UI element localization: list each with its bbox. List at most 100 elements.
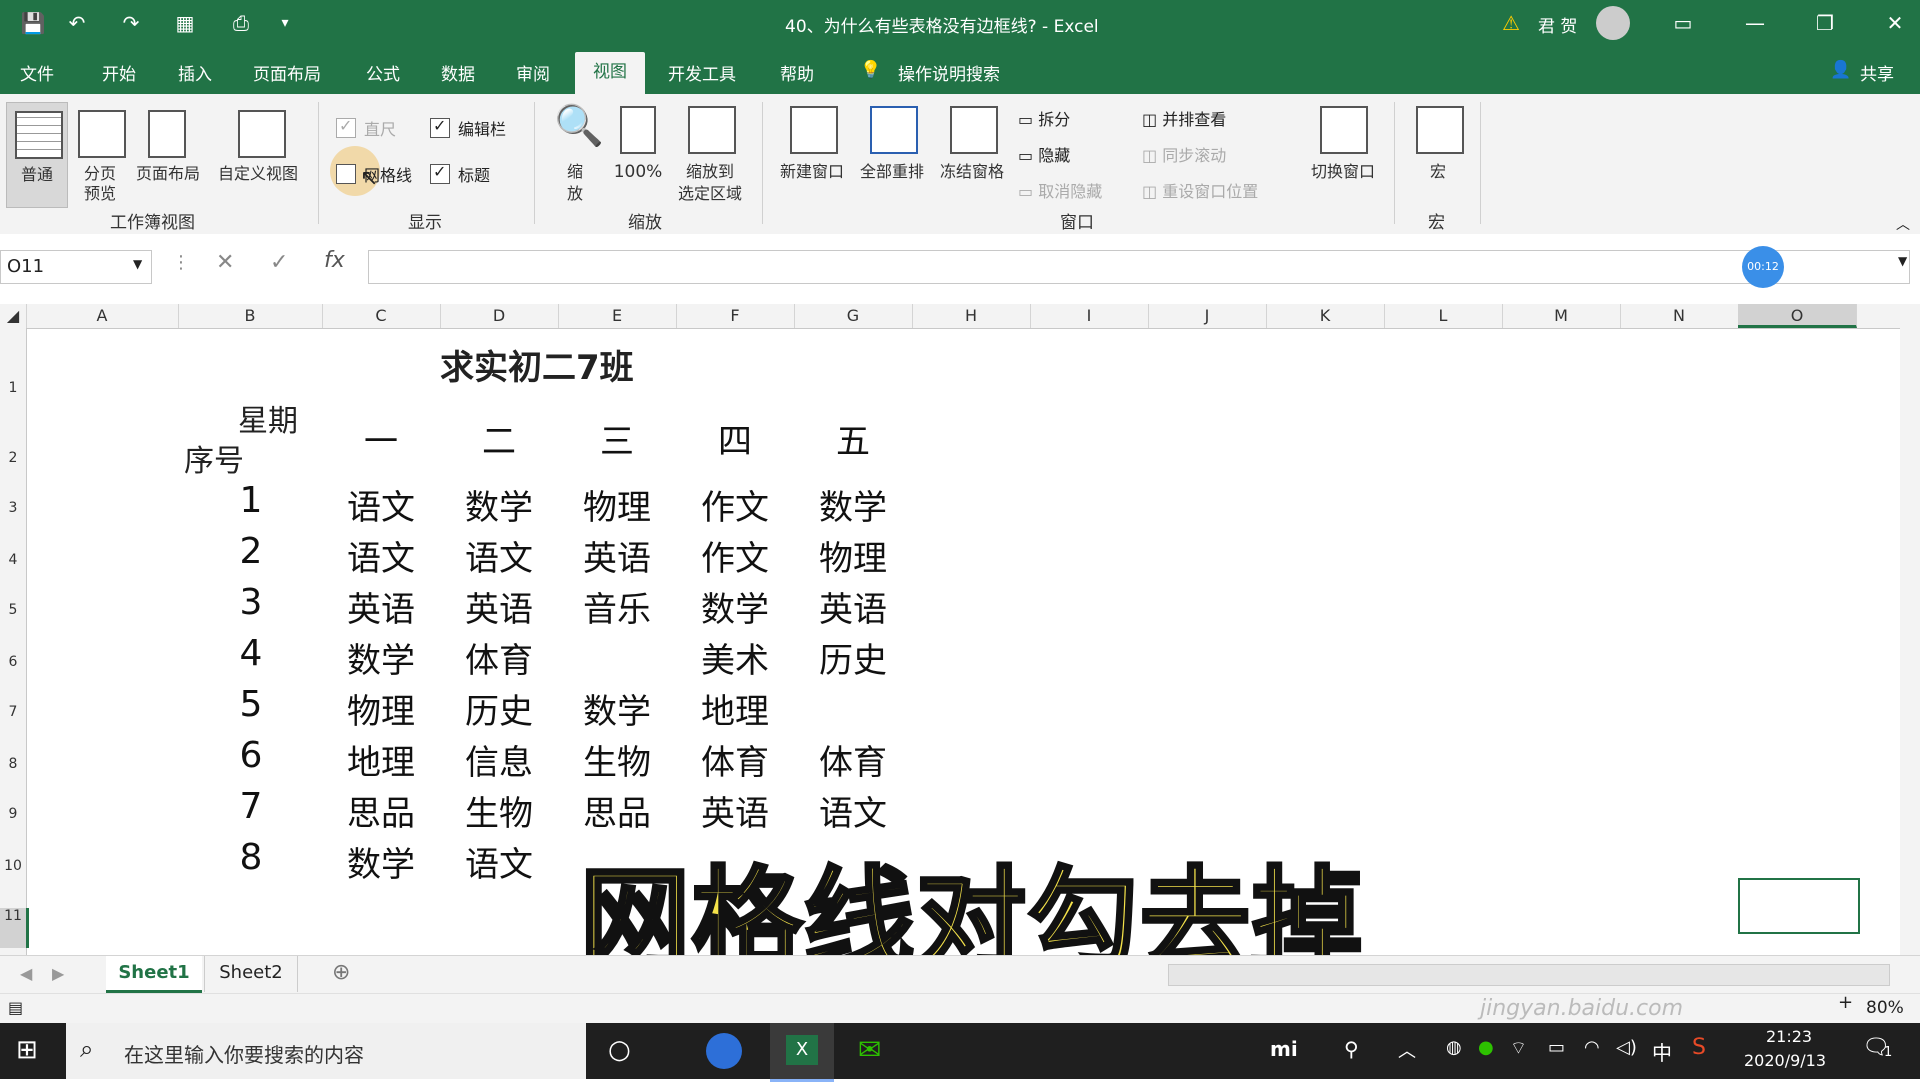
expand-formula-icon[interactable]: ▼: [1898, 254, 1907, 268]
header-week[interactable]: 星期: [238, 396, 298, 440]
tab-formulas[interactable]: 公式: [366, 60, 400, 85]
taskbar-search[interactable]: ⌕ 在这里输入你要搜索的内容: [66, 1023, 586, 1079]
schedule-cell[interactable]: 作文: [680, 531, 790, 580]
column-header[interactable]: L: [1384, 304, 1503, 328]
sogou-ime-icon[interactable]: S: [1692, 1035, 1706, 1060]
share-icon[interactable]: 👤: [1830, 60, 1851, 80]
headings-checkbox[interactable]: [430, 162, 450, 184]
collapse-ribbon-icon[interactable]: ︿: [1896, 214, 1910, 234]
user-name[interactable]: 君 贺: [1538, 12, 1577, 37]
view-side-by-side-button[interactable]: ◫ 并排查看: [1142, 106, 1226, 130]
row-index[interactable]: 1: [196, 480, 306, 521]
column-header[interactable]: J: [1148, 304, 1267, 328]
restore-icon[interactable]: ❐: [1812, 10, 1838, 36]
column-header-selected[interactable]: O: [1738, 304, 1857, 328]
schedule-cell[interactable]: 英语: [444, 582, 554, 631]
zoom-to-selection-button[interactable]: 缩放到 选定区域: [670, 102, 750, 206]
schedule-cell[interactable]: 体育: [680, 735, 790, 784]
schedule-cell[interactable]: 数学: [562, 684, 672, 733]
column-header[interactable]: A: [26, 304, 179, 328]
tab-insert[interactable]: 插入: [178, 60, 212, 85]
tab-page-layout[interactable]: 页面布局: [253, 60, 321, 85]
add-sheet-icon[interactable]: ⊕: [332, 960, 350, 985]
tab-review[interactable]: 审阅: [516, 60, 550, 85]
schedule-cell[interactable]: 信息: [444, 735, 554, 784]
zoom-button[interactable]: 🔍 缩 放: [548, 102, 604, 206]
tab-data[interactable]: 数据: [441, 60, 475, 85]
row-index[interactable]: 2: [196, 531, 306, 572]
row-index[interactable]: 3: [196, 582, 306, 623]
avatar[interactable]: [1596, 6, 1630, 40]
people-icon[interactable]: ⚲: [1344, 1037, 1359, 1061]
schedule-cell[interactable]: 思品: [326, 786, 436, 835]
sheet-tab-sheet2[interactable]: Sheet2: [204, 956, 298, 992]
warning-icon[interactable]: ⚠: [1498, 10, 1524, 36]
schedule-cell[interactable]: 英语: [562, 531, 672, 580]
freeze-panes-button[interactable]: 冻结窗格: [934, 102, 1010, 206]
selected-cell[interactable]: [1738, 878, 1860, 934]
tray-expand-icon[interactable]: ︿: [1398, 1037, 1416, 1063]
minimize-icon[interactable]: —: [1742, 10, 1768, 36]
row-index[interactable]: 6: [196, 735, 306, 776]
scroll-left-icon[interactable]: ◀: [20, 964, 32, 983]
page-break-preview-button[interactable]: 分页 预览: [74, 102, 126, 206]
battery-icon[interactable]: ▭: [1548, 1037, 1565, 1058]
custom-views-button[interactable]: 自定义视图: [210, 102, 306, 206]
day-header[interactable]: 五: [798, 414, 908, 463]
schedule-cell[interactable]: 英语: [326, 582, 436, 631]
enter-icon[interactable]: ✓: [270, 250, 288, 275]
row-header[interactable]: 7: [0, 704, 26, 720]
split-button[interactable]: ▭ 拆分: [1018, 106, 1070, 130]
row-index[interactable]: 5: [196, 684, 306, 725]
row-header[interactable]: 3: [0, 500, 26, 516]
schedule-cell[interactable]: 数学: [326, 633, 436, 682]
schedule-cell[interactable]: 英语: [798, 582, 908, 631]
format-painter-icon[interactable]: ▦: [172, 10, 198, 36]
mi-icon[interactable]: mi: [1270, 1037, 1298, 1061]
formula-bar-checkbox[interactable]: [430, 116, 450, 138]
ime-indicator[interactable]: 中: [1652, 1037, 1672, 1066]
formula-input[interactable]: [368, 250, 1910, 284]
row-header[interactable]: 6: [0, 654, 26, 670]
tab-view[interactable]: 视图: [575, 52, 645, 94]
tab-file[interactable]: 文件: [20, 60, 54, 85]
column-header[interactable]: D: [440, 304, 559, 328]
macros-button[interactable]: 宏: [1410, 102, 1466, 206]
column-header[interactable]: E: [558, 304, 677, 328]
column-header[interactable]: C: [322, 304, 441, 328]
schedule-cell[interactable]: 数学: [680, 582, 790, 631]
schedule-cell[interactable]: 历史: [444, 684, 554, 733]
ribbon-display-icon[interactable]: ▭: [1670, 10, 1696, 36]
row-header[interactable]: 8: [0, 756, 26, 772]
macro-record-icon[interactable]: ▤: [8, 998, 23, 1017]
schedule-cell[interactable]: 生物: [444, 786, 554, 835]
row-header[interactable]: 1: [0, 380, 26, 396]
row-header[interactable]: 4: [0, 552, 26, 568]
sogou-browser-icon[interactable]: [706, 1033, 742, 1069]
row-index[interactable]: 7: [196, 786, 306, 827]
zoom-level[interactable]: 80%: [1866, 998, 1904, 1018]
schedule-cell[interactable]: 美术: [680, 633, 790, 682]
print-preview-icon[interactable]: ⎙: [228, 10, 254, 36]
clock-date[interactable]: 2020/9/13: [1744, 1051, 1826, 1070]
insert-function-icon[interactable]: fx: [324, 248, 345, 273]
column-header[interactable]: I: [1030, 304, 1149, 328]
column-header[interactable]: H: [912, 304, 1031, 328]
schedule-cell[interactable]: 语文: [326, 480, 436, 529]
page-layout-view-button[interactable]: 页面布局: [128, 102, 208, 206]
schedule-cell[interactable]: 体育: [444, 633, 554, 682]
schedule-cell[interactable]: 体育: [798, 735, 908, 784]
schedule-cell[interactable]: 物理: [562, 480, 672, 529]
zoom-100-button[interactable]: 100%: [608, 102, 668, 206]
cortana-icon[interactable]: ○: [608, 1035, 631, 1065]
schedule-cell[interactable]: 数学: [798, 480, 908, 529]
save-icon[interactable]: 💾: [20, 10, 46, 36]
column-header[interactable]: B: [178, 304, 323, 328]
schedule-cell[interactable]: 数学: [444, 480, 554, 529]
schedule-cell[interactable]: 地理: [680, 684, 790, 733]
customize-qat-icon[interactable]: ▾: [272, 10, 298, 36]
schedule-cell[interactable]: 数学: [326, 837, 436, 886]
excel-taskbar-button[interactable]: X: [770, 1023, 834, 1082]
day-header[interactable]: 二: [444, 414, 554, 463]
row-index[interactable]: 4: [196, 633, 306, 674]
